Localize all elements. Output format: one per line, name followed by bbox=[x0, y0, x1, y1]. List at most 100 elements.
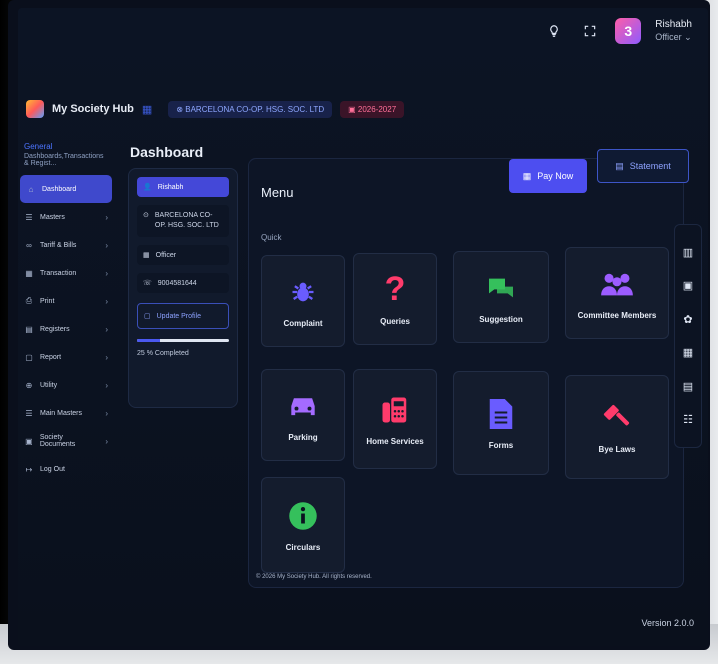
tile-bye-laws[interactable]: Bye Laws bbox=[565, 375, 669, 479]
list-icon[interactable]: ☷ bbox=[683, 413, 693, 426]
user-role: Officer ⌄ bbox=[655, 32, 692, 42]
edit-icon: ▢ bbox=[144, 313, 151, 320]
chevron-right-icon: › bbox=[105, 324, 108, 334]
top-actions: 3 Rishabh Officer ⌄ bbox=[543, 18, 692, 44]
chevron-right-icon: › bbox=[105, 352, 108, 362]
lightbulb-icon[interactable] bbox=[543, 20, 565, 42]
top-bar: 3 Rishabh Officer ⌄ bbox=[18, 8, 708, 68]
right-quick-toolbar: ▥ ▣ ✿ ▦ ▤ ☷ bbox=[674, 224, 702, 448]
chevron-right-icon: › bbox=[105, 436, 108, 446]
book-icon: ▤ bbox=[25, 324, 33, 334]
sidebar-item-report[interactable]: ▢ Report › bbox=[18, 343, 114, 371]
menu-panel: ▦ Pay Now ▤ Statement Menu Quick Complai… bbox=[248, 149, 689, 588]
list-icon: ☰ bbox=[25, 408, 33, 418]
users-icon bbox=[600, 267, 634, 301]
tile-circulars[interactable]: Circulars bbox=[261, 477, 345, 573]
doc-icon: ▣ bbox=[25, 436, 33, 446]
screen: 3 Rishabh Officer ⌄ My Society Hub ▦ ⊗ B… bbox=[18, 8, 708, 646]
sidebar-item-dashboard[interactable]: ⌂ Dashboard bbox=[20, 175, 112, 203]
profile-progress-label: 25 % Completed bbox=[137, 350, 189, 357]
chevron-right-icon: › bbox=[105, 268, 108, 278]
copyright-text: © 2026 My Society Hub. All rights reserv… bbox=[256, 574, 372, 580]
sidebar-item-main-masters[interactable]: ☰ Main Masters › bbox=[18, 399, 114, 427]
file-pdf-icon[interactable]: ▥ bbox=[683, 246, 693, 259]
avatar[interactable]: 3 bbox=[615, 18, 642, 44]
fullscreen-icon[interactable] bbox=[579, 20, 601, 42]
app-logo bbox=[26, 100, 44, 118]
year-selector[interactable]: ▣ 2026-2027 bbox=[340, 100, 405, 118]
sidebar-section-subtitle: Dashboards,Transactions & Regist... bbox=[24, 153, 104, 167]
gavel-icon bbox=[600, 401, 634, 435]
globe-icon: ⊕ bbox=[25, 380, 33, 390]
profile-progress-bar bbox=[137, 339, 229, 342]
sidebar: General Dashboards,Transactions & Regist… bbox=[18, 138, 114, 646]
sidebar-item-log-out[interactable]: ↦ Log Out bbox=[18, 455, 114, 483]
page-title: Dashboard bbox=[130, 144, 204, 160]
profile-phone: ☏ 9004581644 bbox=[137, 273, 229, 293]
question-icon: ? bbox=[384, 270, 406, 308]
sidebar-item-masters[interactable]: ☰ Masters › bbox=[18, 203, 114, 231]
sidebar-item-society-documents[interactable]: ▣ Society Documents › bbox=[18, 427, 114, 455]
app-name: My Society Hub bbox=[52, 103, 134, 115]
location-icon: ⊙ bbox=[143, 212, 149, 219]
logout-icon: ↦ bbox=[25, 464, 33, 474]
chevron-right-icon: › bbox=[105, 380, 108, 390]
tile-forms[interactable]: Forms bbox=[453, 371, 549, 475]
profile-progress-fill bbox=[137, 339, 160, 342]
society-selector[interactable]: ⊗ BARCELONA CO-OP. HSG. SOC. LTD bbox=[168, 100, 333, 118]
grid-icon[interactable]: ▤ bbox=[683, 380, 693, 393]
sidebar-item-registers[interactable]: ▤ Registers › bbox=[18, 315, 114, 343]
user-name: Rishabh bbox=[655, 19, 692, 30]
version-text: Version 2.0.0 bbox=[641, 618, 694, 628]
profile-role: ▦ Officer bbox=[137, 245, 229, 265]
list-icon: ☰ bbox=[25, 212, 33, 222]
document-icon: ▤ bbox=[615, 160, 624, 171]
fax-icon bbox=[378, 393, 412, 427]
sidebar-item-print[interactable]: ⎙ Print › bbox=[18, 287, 114, 315]
menu-title: Menu bbox=[261, 185, 294, 200]
printer-icon: ⎙ bbox=[25, 296, 33, 305]
table-icon[interactable]: ▦ bbox=[683, 346, 693, 359]
pay-now-button[interactable]: ▦ Pay Now bbox=[509, 159, 587, 193]
brand-row: My Society Hub ▦ ⊗ BARCELONA CO-OP. HSG.… bbox=[26, 100, 405, 118]
palette-icon[interactable]: ✿ bbox=[683, 313, 692, 326]
chat-icon bbox=[484, 271, 518, 305]
sidebar-section-title: General bbox=[24, 142, 53, 151]
tile-committee-members[interactable]: Committee Members bbox=[565, 247, 669, 339]
user-icon: 👤 bbox=[143, 184, 152, 191]
home-icon: ⌂ bbox=[28, 184, 34, 194]
tile-suggestion[interactable]: Suggestion bbox=[453, 251, 549, 343]
sidebar-section: General Dashboards,Transactions & Regist… bbox=[18, 138, 114, 175]
document-icon bbox=[484, 397, 518, 431]
chevron-right-icon: › bbox=[105, 408, 108, 418]
report-icon: ▢ bbox=[25, 352, 33, 362]
profile-name: 👤 Rishabh bbox=[137, 177, 229, 197]
grid-icon: ▦ bbox=[25, 268, 33, 278]
sidebar-item-utility[interactable]: ⊕ Utility › bbox=[18, 371, 114, 399]
bug-icon bbox=[286, 275, 320, 309]
tile-queries[interactable]: ? Queries bbox=[353, 253, 437, 345]
grid-icon: ▦ bbox=[522, 170, 532, 181]
grid-icon: ▦ bbox=[143, 252, 150, 259]
chevron-right-icon: › bbox=[105, 212, 108, 222]
car-icon bbox=[286, 389, 320, 423]
chevron-right-icon: › bbox=[105, 240, 108, 250]
sidebar-item-tariff-bills[interactable]: ∞ Tariff & Bills › bbox=[18, 231, 114, 259]
sidebar-item-transaction[interactable]: ▦ Transaction › bbox=[18, 259, 114, 287]
profile-society: ⊙ BARCELONA CO-OP. HSG. SOC. LTD bbox=[137, 205, 229, 237]
profile-card: 👤 Rishabh ⊙ BARCELONA CO-OP. HSG. SOC. L… bbox=[128, 168, 238, 408]
info-icon bbox=[286, 499, 320, 533]
link-icon: ∞ bbox=[26, 240, 32, 250]
chevron-right-icon: › bbox=[105, 296, 108, 306]
update-profile-button[interactable]: ▢ Update Profile bbox=[137, 303, 229, 329]
user-menu[interactable]: Rishabh Officer ⌄ bbox=[655, 19, 692, 43]
phone-icon: ☏ bbox=[143, 280, 152, 287]
apps-grid-icon[interactable]: ▦ bbox=[142, 103, 152, 116]
quick-label: Quick bbox=[261, 233, 282, 242]
monitor-frame: 3 Rishabh Officer ⌄ My Society Hub ▦ ⊗ B… bbox=[8, 0, 710, 650]
payment-icon[interactable]: ▣ bbox=[683, 279, 693, 292]
tile-parking[interactable]: Parking bbox=[261, 369, 345, 461]
tile-home-services[interactable]: Home Services bbox=[353, 369, 437, 469]
statement-button[interactable]: ▤ Statement bbox=[597, 149, 689, 183]
tile-complaint[interactable]: Complaint bbox=[261, 255, 345, 347]
